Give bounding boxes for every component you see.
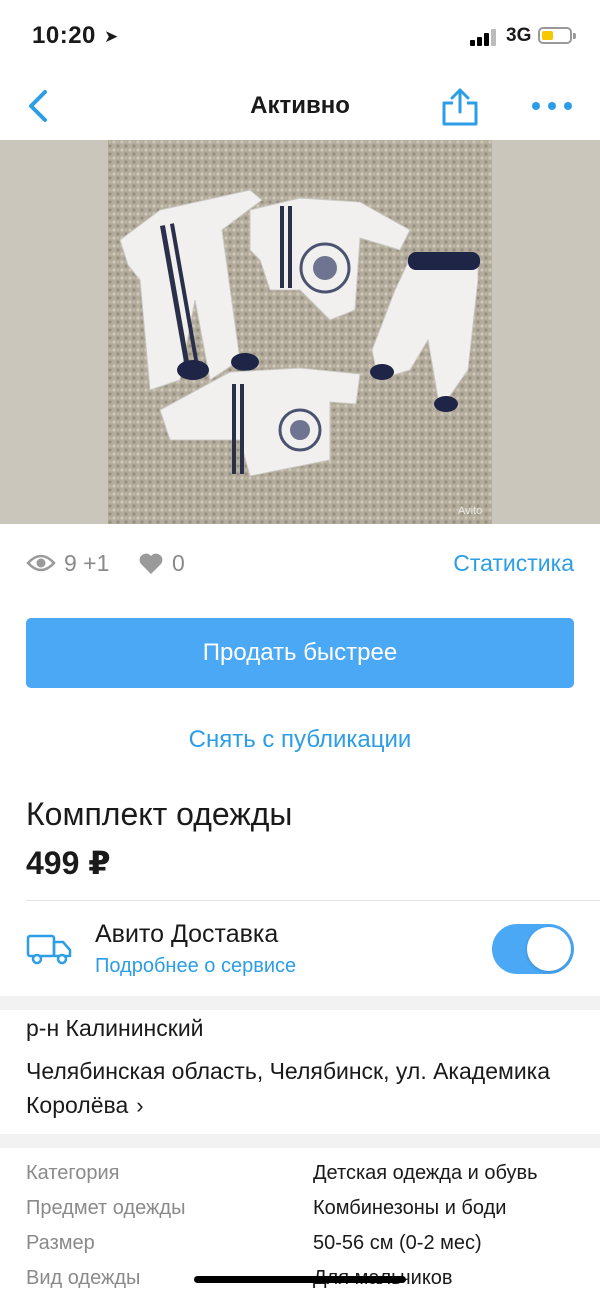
address-text: Челябинская область, Челябинск, ул. Акад… [26,1058,551,1118]
eye-icon [26,554,56,572]
district-label: р-н Калининский [26,1015,204,1041]
more-options-icon[interactable] [530,92,574,120]
delivery-title: Авито Доставка [95,920,279,948]
param-row: Предмет одежды Комбинезоны и боди [26,1197,586,1232]
param-key: Вид одежды [26,1267,141,1289]
toggle-knob [527,927,571,971]
param-row: Размер 50-56 см (0-2 мес) [26,1232,586,1267]
stats-row: 9 +1 0 Статистика [26,548,574,580]
chevron-right-icon: › [136,1093,144,1118]
sell-faster-button[interactable]: Продать быстрее [26,618,574,688]
network-type: 3G [506,25,532,46]
section-separator [0,1134,600,1148]
param-key: Категория [26,1162,120,1184]
listing-title: Комплект одежды [26,796,293,832]
heart-icon [139,553,163,574]
param-key: Предмет одежды [26,1197,186,1219]
address-link[interactable]: Челябинская область, Челябинск, ул. Акад… [26,1054,586,1123]
status-time: 10:20 [32,22,96,49]
views-count: 9 +1 [64,550,110,576]
share-icon[interactable] [438,84,482,128]
param-row: Вид одежды Для мальчиков [26,1267,586,1302]
battery-icon [538,27,576,44]
location-arrow-icon: ➤ [104,27,119,46]
home-indicator[interactable] [194,1276,406,1283]
nav-bar: Активно [0,72,600,140]
photo-watermark: Avito [458,505,482,517]
section-separator [0,996,600,1010]
param-key: Размер [26,1232,95,1254]
unpublish-link[interactable]: Снять с публикации [0,726,600,754]
status-bar: 10:20 ➤ 3G [0,0,600,72]
delivery-truck-icon [26,934,72,965]
divider [26,900,600,901]
listing-photo[interactable]: Avito [0,140,600,524]
page-title: Активно [250,92,350,119]
statistics-link[interactable]: Статистика [453,550,574,577]
param-row: Категория Детская одежда и обувь [26,1162,586,1197]
signal-icon [470,28,498,46]
favorites-count: 0 [172,550,185,576]
delivery-info-link[interactable]: Подробнее о сервисе [95,955,296,978]
listing-price: 499 ₽ [26,845,111,881]
param-value: Детская одежда и обувь [313,1162,538,1184]
param-value: Комбинезоны и боди [313,1197,507,1219]
param-value: 50-56 см (0-2 мес) [313,1232,482,1254]
delivery-toggle[interactable] [492,924,574,974]
